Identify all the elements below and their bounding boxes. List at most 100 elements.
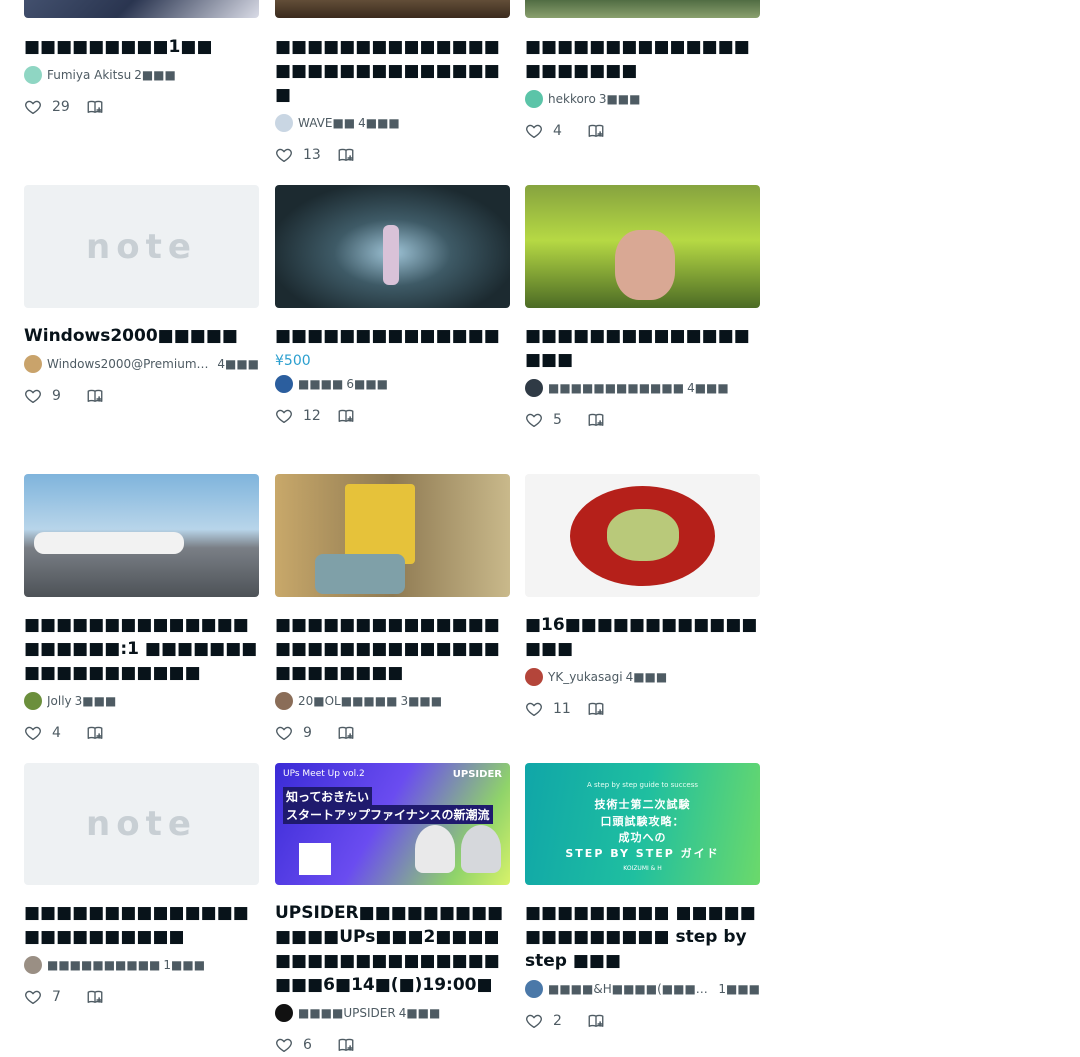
add-to-magazine-icon[interactable] (86, 724, 104, 742)
article-thumbnail[interactable] (525, 185, 760, 308)
article-card[interactable]: ■■■■■■■■■■■■■■■■■■■■■ hekkoro 3■■■ 4 (525, 0, 760, 143)
article-thumbnail[interactable]: UPs Meet Up vol.2 UPSIDER 知っておきたい スタートアッ… (275, 763, 510, 885)
article-title[interactable]: ■■■■■■■■■■■■■■■■■■■■■ (525, 35, 760, 83)
avatar[interactable] (525, 980, 543, 998)
author-name[interactable]: ■■■■&H■■■■(■■■■■■■■■)■■■■■ (548, 982, 715, 996)
article-thumbnail[interactable] (525, 0, 760, 18)
add-to-magazine-icon[interactable] (587, 1012, 605, 1030)
article-thumbnail[interactable]: note (24, 185, 259, 308)
author-line: 20■OL■■■■■ 3■■■ (275, 691, 510, 711)
like-icon[interactable] (24, 724, 42, 742)
add-to-magazine-icon[interactable] (337, 407, 355, 425)
article-thumbnail[interactable] (275, 474, 510, 597)
avatar[interactable] (525, 379, 543, 397)
add-to-magazine-icon[interactable] (86, 98, 104, 116)
add-to-magazine-icon[interactable] (587, 700, 605, 718)
add-to-magazine-icon[interactable] (587, 122, 605, 140)
add-to-magazine-icon[interactable] (86, 387, 104, 405)
like-icon[interactable] (275, 407, 293, 425)
add-to-magazine-icon[interactable] (337, 1036, 355, 1054)
author-line: ■■■■■■■■■■ 1■■■ (24, 955, 259, 975)
like-icon[interactable] (24, 988, 42, 1006)
like-count: 7 (52, 989, 61, 1005)
article-title[interactable]: ■■■■■■■■■■■■■■■■■■■■■■■■■■■■■ (275, 35, 510, 107)
article-actions: 12 (275, 404, 510, 428)
article-title[interactable]: ■■■■■■■■■■■■■■■■■■■■■■■■■■■■■■■■■■■■ (275, 613, 510, 685)
article-title[interactable]: ■■■■■■■■■■■■■■■■■ (525, 324, 760, 372)
author-name[interactable]: Jolly (47, 694, 72, 708)
avatar[interactable] (525, 668, 543, 686)
like-icon[interactable] (275, 724, 293, 742)
article-card[interactable]: ■■■■■■■■■■■■■■■■■■■■■■■■■■■■■ WAVE■■ 4■■… (275, 0, 510, 167)
article-thumbnail[interactable] (275, 0, 510, 18)
article-title[interactable]: ■■■■■■■■■1■■ (24, 35, 259, 59)
like-icon[interactable] (525, 411, 543, 429)
article-card[interactable]: ■■■■■■■■■■■■■■■■■■■■■■■■■■■■■■■■■■■■ 20■… (275, 474, 510, 745)
like-icon[interactable] (24, 98, 42, 116)
author-name[interactable]: WAVE■■ (298, 116, 355, 130)
like-icon[interactable] (275, 146, 293, 164)
article-actions: 4 (525, 119, 760, 143)
article-actions: 9 (24, 384, 259, 408)
avatar[interactable] (24, 66, 42, 84)
author-name[interactable]: ■■■■ (298, 377, 343, 391)
article-title[interactable]: UPSIDER■■■■■■■■■■■■■UPs■■■2■■■■■■■■■■■■■… (275, 901, 510, 997)
like-count: 11 (553, 701, 571, 717)
like-icon[interactable] (24, 387, 42, 405)
avatar[interactable] (275, 375, 293, 393)
avatar[interactable] (275, 1004, 293, 1022)
article-thumbnail[interactable] (24, 0, 259, 18)
article-title[interactable]: Windows2000■■■■■ (24, 324, 259, 348)
article-title[interactable]: ■16■■■■■■■■■■■■■■■ (525, 613, 760, 661)
post-time: 4■■■ (625, 670, 668, 684)
avatar[interactable] (24, 956, 42, 974)
article-card[interactable]: ■16■■■■■■■■■■■■■■■ YK_yukasagi 4■■■ 11 (525, 474, 760, 721)
article-title[interactable]: ■■■■■■■■■■■■■■■■■■■■■■■■ (24, 901, 259, 949)
post-time: 4■■■ (398, 1006, 441, 1020)
author-name[interactable]: Windows2000@Premium_E… (47, 357, 214, 371)
article-thumbnail[interactable]: note (24, 763, 259, 885)
article-thumbnail[interactable] (275, 185, 510, 308)
post-time: 3■■■ (400, 694, 443, 708)
article-card[interactable]: ■■■■■■■■■■■■■■ ¥500 ■■■■ 6■■■ 12 (275, 185, 510, 428)
article-card[interactable]: note ■■■■■■■■■■■■■■■■■■■■■■■■ ■■■■■■■■■■… (24, 763, 259, 1009)
post-time: 4■■■ (358, 116, 400, 130)
article-thumbnail[interactable] (525, 474, 760, 597)
article-thumbnail[interactable]: A step by step guide to success 技術士第二次試験… (525, 763, 760, 885)
like-icon[interactable] (525, 1012, 543, 1030)
article-card[interactable]: ■■■■■■■■■■■■■■■■■■■■:1 ■■■■■■■■■■■■■■■■■… (24, 474, 259, 745)
add-to-magazine-icon[interactable] (337, 724, 355, 742)
banner-line1: 知っておきたい (283, 787, 373, 806)
add-to-magazine-icon[interactable] (587, 411, 605, 429)
article-title[interactable]: ■■■■■■■■■■■■■■■■■■■■:1 ■■■■■■■■■■■■■■■■■… (24, 613, 259, 685)
avatar[interactable] (525, 90, 543, 108)
brand-logo: UPSIDER (452, 769, 502, 780)
article-card[interactable]: UPs Meet Up vol.2 UPSIDER 知っておきたい スタートアッ… (275, 763, 510, 1057)
article-card[interactable]: ■■■■■■■■■■■■■■■■■ ■■■■■■■■■■■■ 4■■■ 5 (525, 185, 760, 432)
avatar[interactable] (24, 692, 42, 710)
avatar[interactable] (24, 355, 42, 373)
like-icon[interactable] (525, 700, 543, 718)
add-to-magazine-icon[interactable] (86, 988, 104, 1006)
avatar[interactable] (275, 114, 293, 132)
author-name[interactable]: ■■■■UPSIDER (298, 1006, 396, 1020)
article-title[interactable]: ■■■■■■■■■ ■■■■■■■■■■■■■■ step by step ■■… (525, 901, 760, 973)
post-time: 4■■■ (217, 357, 259, 371)
like-icon[interactable] (275, 1036, 293, 1054)
banner-small-text: A step by step guide to success (587, 781, 698, 789)
avatar[interactable] (275, 692, 293, 710)
add-to-magazine-icon[interactable] (337, 146, 355, 164)
like-icon[interactable] (525, 122, 543, 140)
article-thumbnail[interactable] (24, 474, 259, 597)
article-card[interactable]: note Windows2000■■■■■ Windows2000@Premiu… (24, 185, 259, 408)
author-name[interactable]: Fumiya Akitsu (47, 68, 131, 82)
article-card[interactable]: A step by step guide to success 技術士第二次試験… (525, 763, 760, 1033)
author-name[interactable]: ■■■■■■■■■■■■ (548, 381, 684, 395)
author-name[interactable]: hekkoro (548, 92, 596, 106)
author-name[interactable]: ■■■■■■■■■■ (47, 958, 160, 972)
author-name[interactable]: 20■OL■■■■■ (298, 694, 397, 708)
article-card[interactable]: ■■■■■■■■■1■■ Fumiya Akitsu 2■■■ 29 (24, 0, 259, 119)
post-time: 6■■■ (346, 377, 389, 391)
article-title[interactable]: ■■■■■■■■■■■■■■ (275, 324, 510, 348)
author-name[interactable]: YK_yukasagi (548, 670, 623, 684)
